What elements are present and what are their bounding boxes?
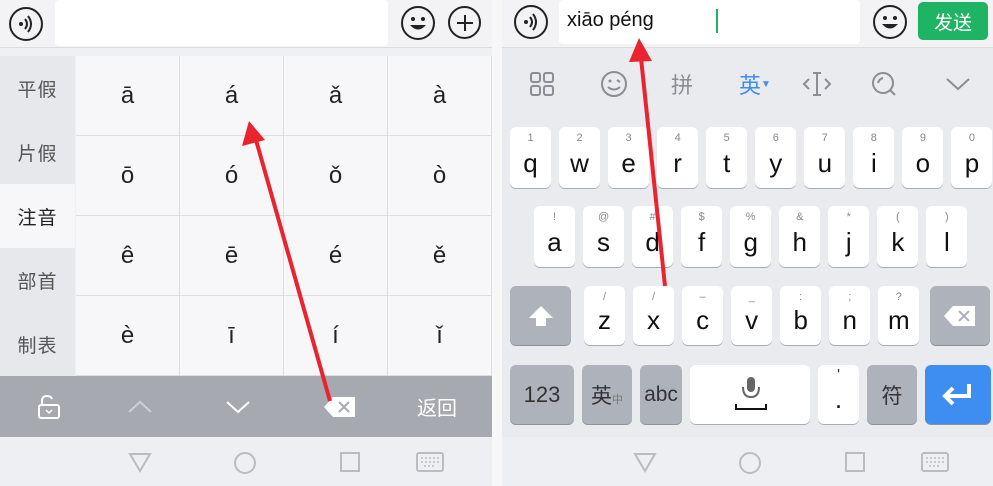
left-keyboard-panel: 平假 片假 注音 部首 制表 ā á ǎ à ō ó ǒ ò ê ē é ě è… [0,0,492,486]
annotation-arrow [629,38,667,287]
panel-divider [492,0,502,486]
annotation-arrow [242,121,332,402]
right-keyboard-panel: xiāo péng 发送 拼 英 ▼ 123 英 中 abc ' . 符 1 q… [502,0,993,486]
